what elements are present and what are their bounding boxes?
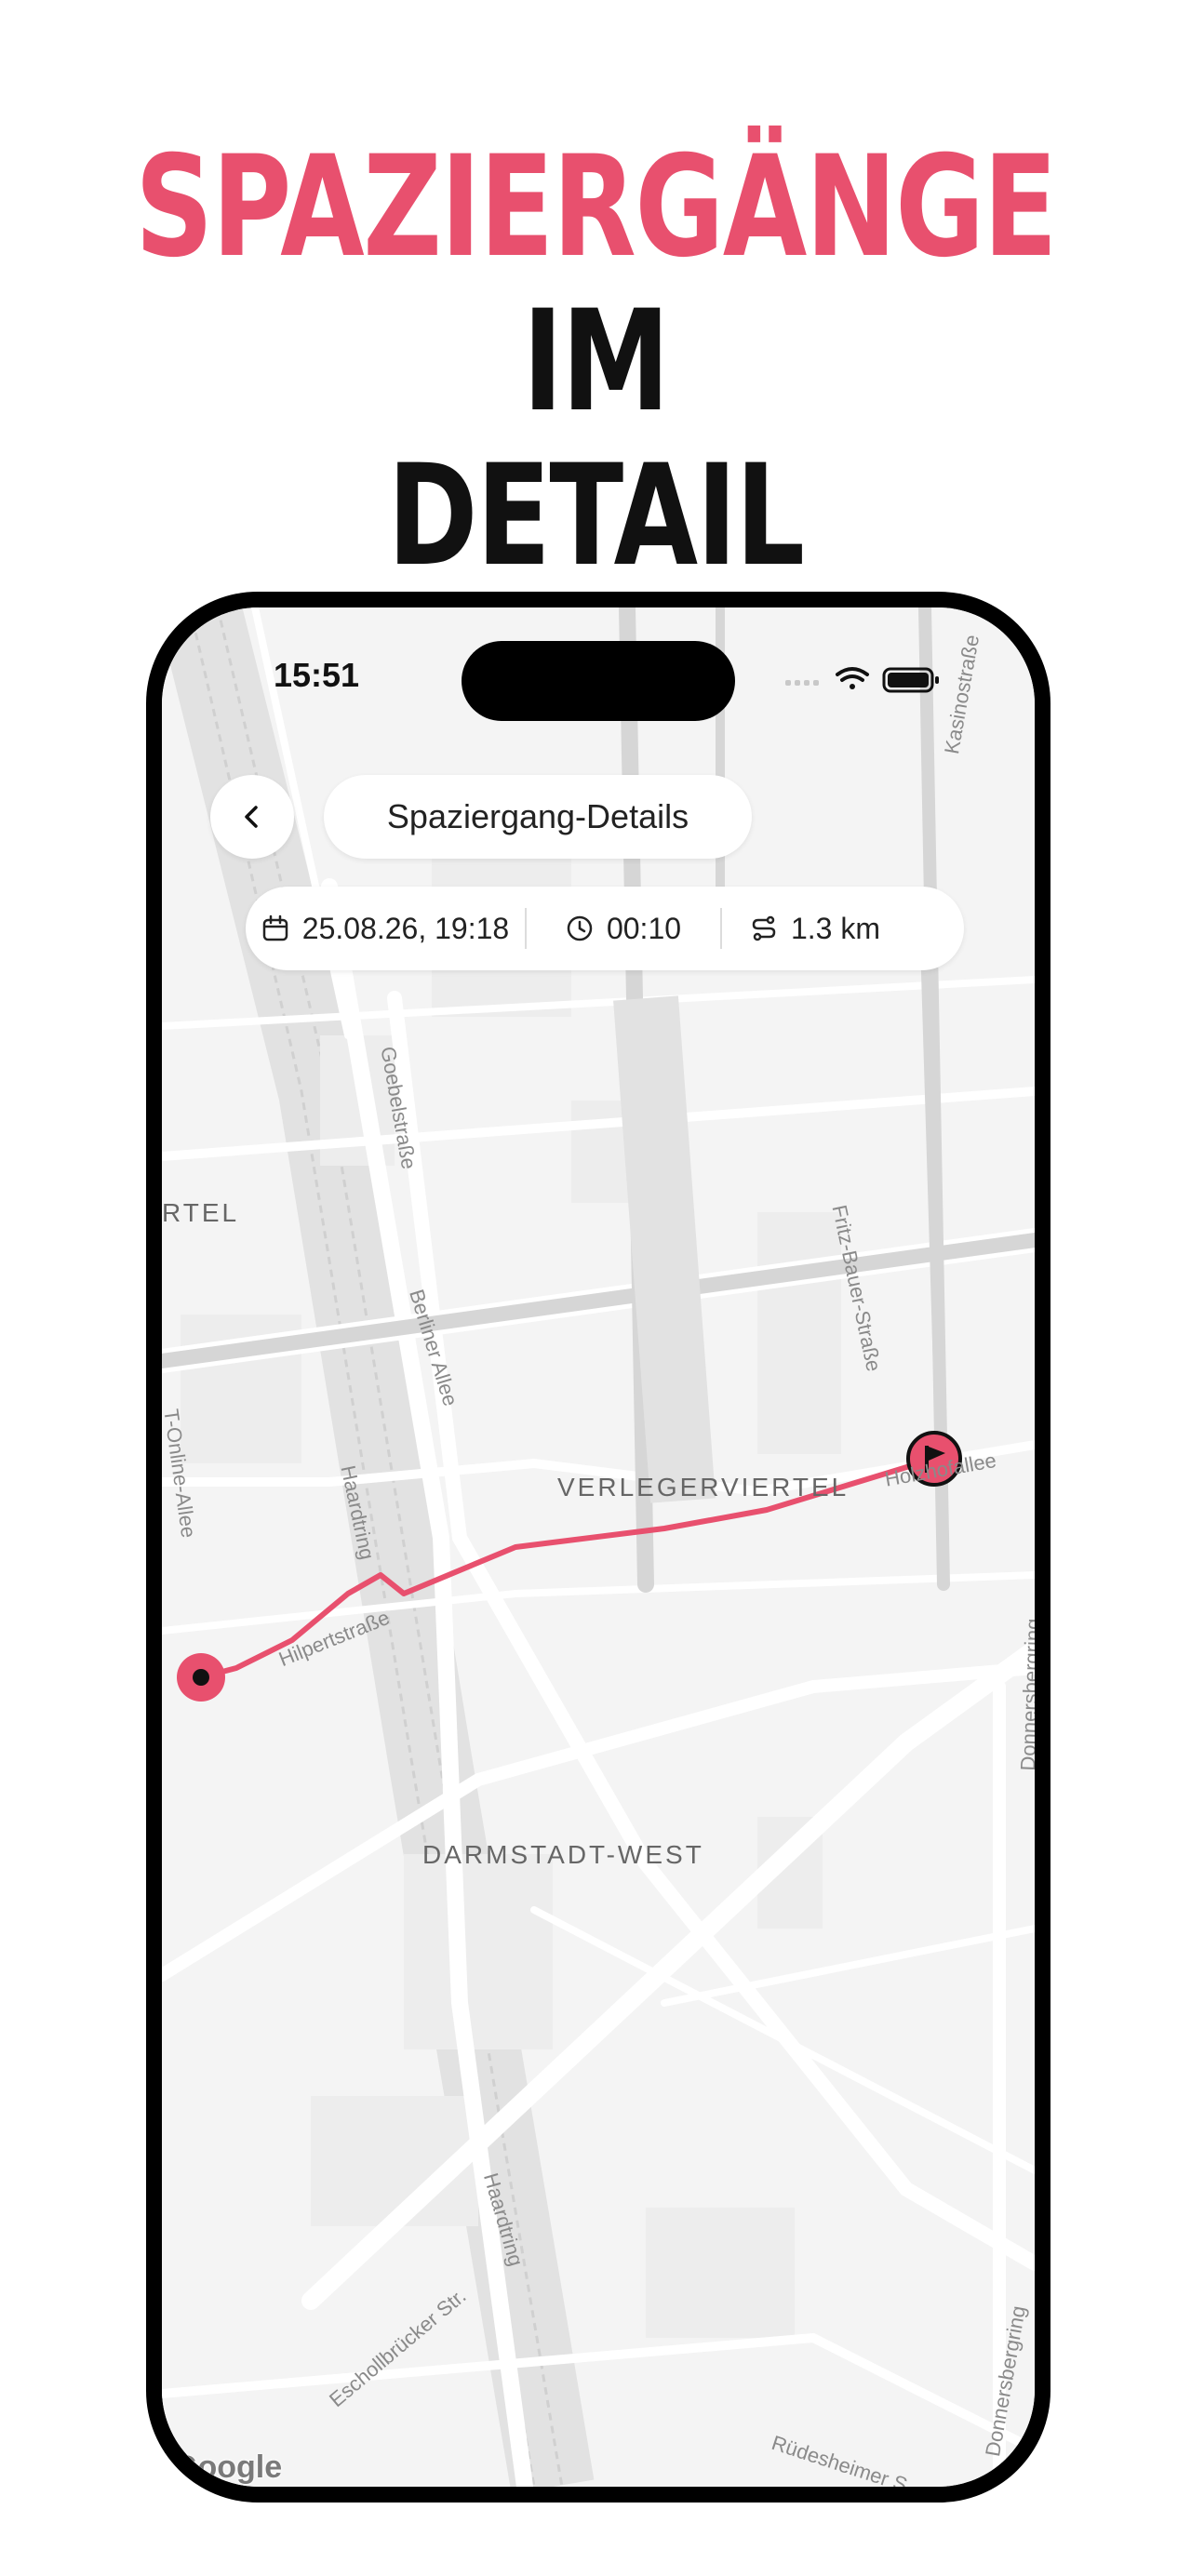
headline-pink-word: SPAZIERGÄNGE	[135, 127, 1058, 288]
google-attribution: Google	[173, 2449, 283, 2485]
calendar-icon	[262, 914, 288, 941]
walk-duration-value: 00:10	[606, 911, 682, 945]
wifi-icon	[836, 667, 869, 689]
battery-icon	[882, 667, 939, 693]
status-icons	[785, 667, 939, 693]
status-time: 15:51	[274, 656, 360, 694]
page-title: Spaziergang-Details	[324, 775, 752, 859]
chevron-left-icon	[245, 806, 258, 828]
district-label: VERLEGERVIERTEL	[557, 1473, 850, 1502]
walk-date-value: 25.08.26, 19:18	[301, 911, 510, 945]
clock-icon	[567, 915, 593, 941]
start-marker	[177, 1653, 225, 1702]
dynamic-island	[462, 641, 735, 721]
back-button[interactable]	[210, 775, 294, 859]
walk-info-bar: 25.08.26, 19:18 00:10 1.3 km	[246, 887, 964, 970]
cellular-icon	[785, 680, 819, 686]
walk-duration: 00:10	[527, 887, 720, 970]
walk-distance: 1.3 km	[722, 887, 908, 970]
walk-distance-value: 1.3 km	[790, 911, 881, 945]
route-icon	[752, 915, 776, 941]
walk-date: 25.08.26, 19:18	[246, 887, 525, 970]
headline-word-detail: DETAIL	[387, 435, 805, 597]
district-label: DARMSTADT-WEST	[422, 1840, 704, 1869]
headline-word-im: IM	[522, 281, 670, 443]
phone-screen: VERLEGERVIERTEL DARMSTADT-WEST RTEL Goeb…	[162, 607, 1035, 2487]
district-label: RTEL	[162, 1198, 240, 1227]
headline: SPAZIERGÄNGE IM DETAIL	[131, 130, 1060, 594]
